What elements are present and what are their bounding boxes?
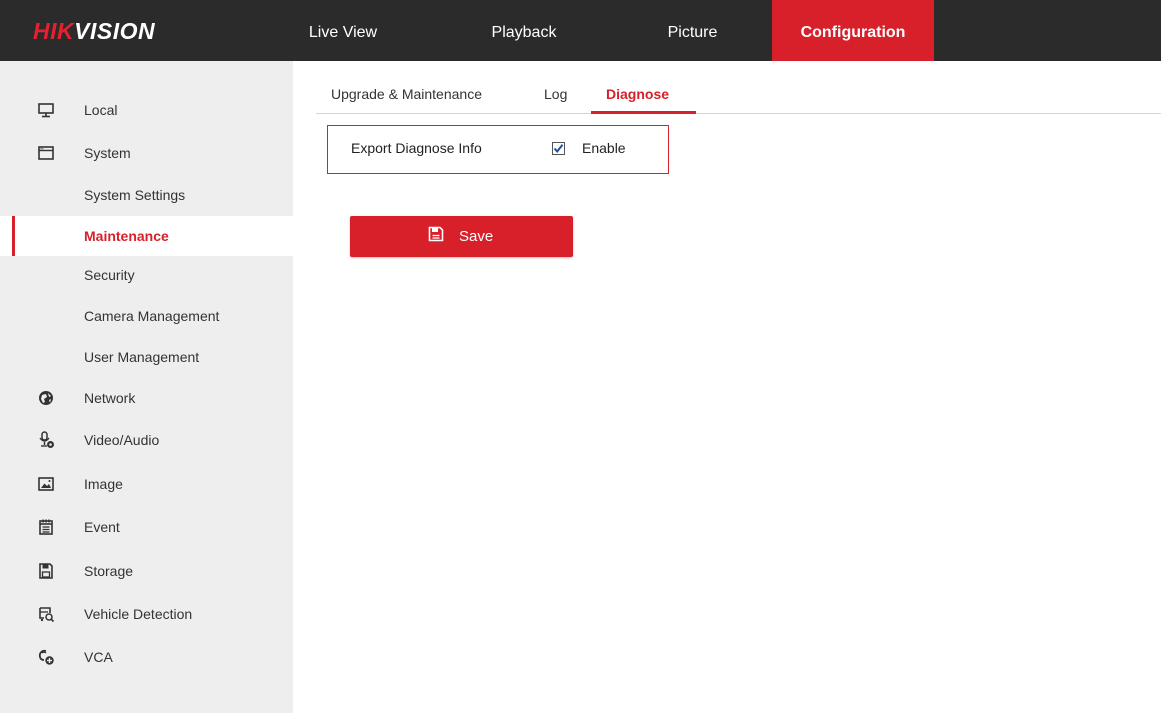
sidebar-item-label: Event bbox=[84, 519, 120, 535]
save-button-label: Save bbox=[459, 228, 494, 245]
sidebar: Local System System Settings Maintenance… bbox=[0, 61, 293, 713]
event-calendar-icon bbox=[39, 519, 53, 535]
floppy-icon bbox=[428, 226, 444, 242]
sidebar-item-vehicle-detection[interactable]: Vehicle Detection bbox=[0, 594, 293, 634]
sidebar-item-camera-management[interactable]: Camera Management bbox=[0, 296, 293, 336]
tab-diagnose[interactable]: Diagnose bbox=[606, 86, 669, 108]
sidebar-item-user-management[interactable]: User Management bbox=[0, 337, 293, 377]
sidebar-item-label: User Management bbox=[84, 349, 200, 365]
sidebar-item-vca[interactable]: VCA bbox=[0, 637, 293, 677]
monitor-icon bbox=[38, 103, 54, 118]
sidebar-item-label: Maintenance bbox=[84, 228, 169, 244]
system-window-icon bbox=[38, 146, 54, 160]
image-icon bbox=[38, 477, 54, 491]
topnav-playback[interactable]: Playback bbox=[479, 0, 569, 61]
top-navigation-bar: HIKVISION Live View Playback Picture Con… bbox=[0, 0, 1161, 61]
sidebar-item-event[interactable]: Event bbox=[0, 507, 293, 547]
sidebar-item-label: System bbox=[84, 145, 131, 161]
sidebar-item-label: Security bbox=[84, 267, 135, 283]
logo-part-white: VISION bbox=[74, 18, 156, 44]
sidebar-item-label: Local bbox=[84, 102, 118, 118]
sidebar-item-label: System Settings bbox=[84, 187, 186, 203]
active-tab-underline bbox=[591, 111, 696, 114]
tabs-divider bbox=[316, 113, 1161, 114]
vca-icon bbox=[38, 649, 54, 665]
sidebar-item-label: Video/Audio bbox=[84, 432, 160, 448]
sidebar-item-video-audio[interactable]: Video/Audio bbox=[0, 420, 293, 460]
sidebar-item-label: Network bbox=[84, 390, 136, 406]
active-indicator bbox=[12, 216, 15, 256]
sidebar-item-system[interactable]: System bbox=[0, 133, 293, 173]
sidebar-item-storage[interactable]: Storage bbox=[0, 551, 293, 591]
sidebar-item-local[interactable]: Local bbox=[0, 90, 293, 130]
hikvision-logo: HIKVISION bbox=[33, 18, 155, 44]
topnav-picture[interactable]: Picture bbox=[655, 0, 730, 61]
sidebar-item-label: Storage bbox=[84, 563, 134, 579]
logo-part-red: HIK bbox=[33, 18, 75, 44]
sidebar-item-label: Vehicle Detection bbox=[84, 606, 193, 622]
sidebar-item-image[interactable]: Image bbox=[0, 464, 293, 504]
microphone-icon bbox=[39, 431, 54, 448]
checkmark-icon bbox=[553, 144, 564, 154]
vehicle-search-icon bbox=[39, 607, 55, 623]
tab-upgrade-maintenance[interactable]: Upgrade & Maintenance bbox=[331, 86, 482, 108]
enable-checkbox[interactable] bbox=[552, 142, 565, 155]
sidebar-item-label: VCA bbox=[84, 649, 113, 665]
sidebar-item-label: Camera Management bbox=[84, 308, 220, 324]
tab-log[interactable]: Log bbox=[544, 86, 567, 108]
sidebar-item-system-settings[interactable]: System Settings bbox=[0, 175, 293, 215]
sidebar-item-label: Image bbox=[84, 476, 123, 492]
topnav-configuration[interactable]: Configuration bbox=[772, 0, 934, 61]
sidebar-item-maintenance[interactable]: Maintenance bbox=[0, 216, 293, 256]
sidebar-item-network[interactable]: Network bbox=[0, 378, 293, 418]
export-diagnose-info-label: Export Diagnose Info bbox=[351, 140, 482, 156]
globe-icon bbox=[39, 391, 53, 405]
enable-label: Enable bbox=[582, 140, 626, 156]
sidebar-item-security[interactable]: Security bbox=[0, 255, 293, 295]
floppy-icon bbox=[39, 563, 53, 579]
topnav-live-view[interactable]: Live View bbox=[303, 0, 383, 61]
